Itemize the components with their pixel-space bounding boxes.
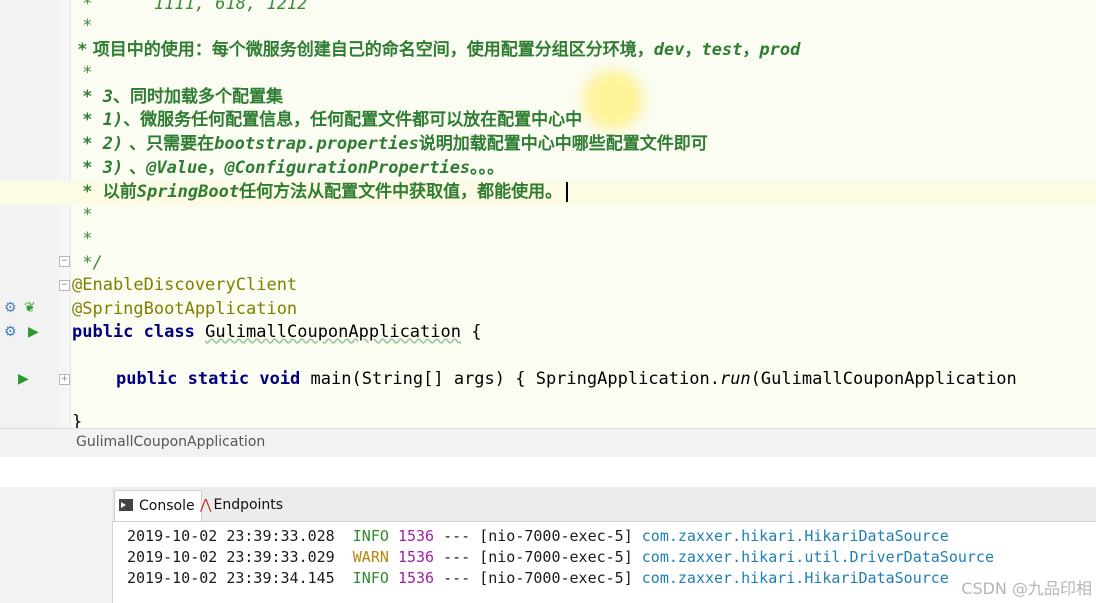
- watermark: CSDN @九品印相: [961, 579, 1092, 598]
- cursor-spotlight: [583, 70, 643, 130]
- doc-line: * 以前SpringBoot任何方法从配置文件中获取值，都能使用。: [72, 180, 569, 204]
- fold-gutter: [58, 0, 71, 428]
- doc-line: * 2) 、只需要在bootstrap.properties说明加载配置中心中哪…: [72, 134, 708, 154]
- doc-line: *: [72, 229, 93, 249]
- spring-leaf-icon[interactable]: ❦: [24, 300, 36, 316]
- text-cursor: [566, 182, 569, 202]
- bean-icon[interactable]: ⚙: [4, 300, 17, 316]
- run-class-icon[interactable]: ▶: [28, 324, 39, 340]
- breadcrumb-class[interactable]: GulimallCouponApplication: [76, 434, 265, 450]
- doc-line: */: [72, 253, 103, 273]
- fold-toggle[interactable]: −: [59, 280, 70, 291]
- fold-toggle[interactable]: +: [59, 374, 70, 385]
- doc-line: *: [72, 63, 93, 83]
- panel-separator: [0, 457, 1096, 488]
- class-declaration: public class GulimallCouponApplication {: [72, 322, 482, 342]
- run-tool-window: Console ⋀ Endpoints 2019-10-02 23:39:33.0…: [0, 487, 1096, 603]
- log-line: 2019-10-02 23:39:33.028 INFO 1536 --- [n…: [127, 527, 949, 545]
- annotation-springboot-app: @SpringBootApplication: [72, 299, 298, 319]
- log-line: 2019-10-02 23:39:34.145 INFO 1536 --- [n…: [127, 569, 949, 587]
- doc-line: * 3) 、@Value，@ConfigurationProperties。。。: [72, 158, 505, 178]
- tool-window-toolbar: [0, 487, 112, 603]
- doc-line: * 1111, 618, 1212: [72, 0, 308, 14]
- breadcrumb: GulimallCouponApplication: [0, 428, 1096, 458]
- console-icon: [119, 499, 133, 511]
- bean-run-icon[interactable]: ⚙: [4, 324, 17, 340]
- annotation-enable-discovery: @EnableDiscoveryClient: [72, 275, 298, 295]
- main-method-declaration: public static void main(String[] args) {…: [116, 369, 1017, 389]
- doc-line: * 3、同时加载多个配置集: [72, 87, 283, 107]
- doc-line: *: [72, 205, 93, 225]
- tool-tabs: Console ⋀ Endpoints: [112, 487, 1096, 522]
- line-gutter: [0, 0, 58, 428]
- tab-endpoints[interactable]: ⋀ Endpoints: [196, 490, 289, 520]
- log-line: 2019-10-02 23:39:33.029 WARN 1536 --- [n…: [127, 548, 994, 566]
- run-main-icon[interactable]: ▶: [18, 371, 29, 387]
- doc-line: * 项目中的使用：每个微服务创建自己的命名空间，使用配置分组区分环境，dev，t…: [72, 40, 801, 60]
- doc-line: *: [72, 16, 93, 36]
- console-output[interactable]: 2019-10-02 23:39:33.028 INFO 1536 --- [n…: [112, 522, 1096, 603]
- closing-brace: }: [72, 412, 83, 428]
- doc-line: * 1)、微服务任何配置信息，任何配置文件都可以放在配置中心中: [72, 110, 583, 130]
- code-editor[interactable]: * 1111, 618, 1212 * * 项目中的使用：每个微服务创建自己的命…: [0, 0, 1096, 428]
- fold-toggle[interactable]: −: [59, 256, 70, 267]
- endpoints-icon: ⋀: [200, 497, 212, 513]
- tab-console[interactable]: Console: [114, 490, 202, 521]
